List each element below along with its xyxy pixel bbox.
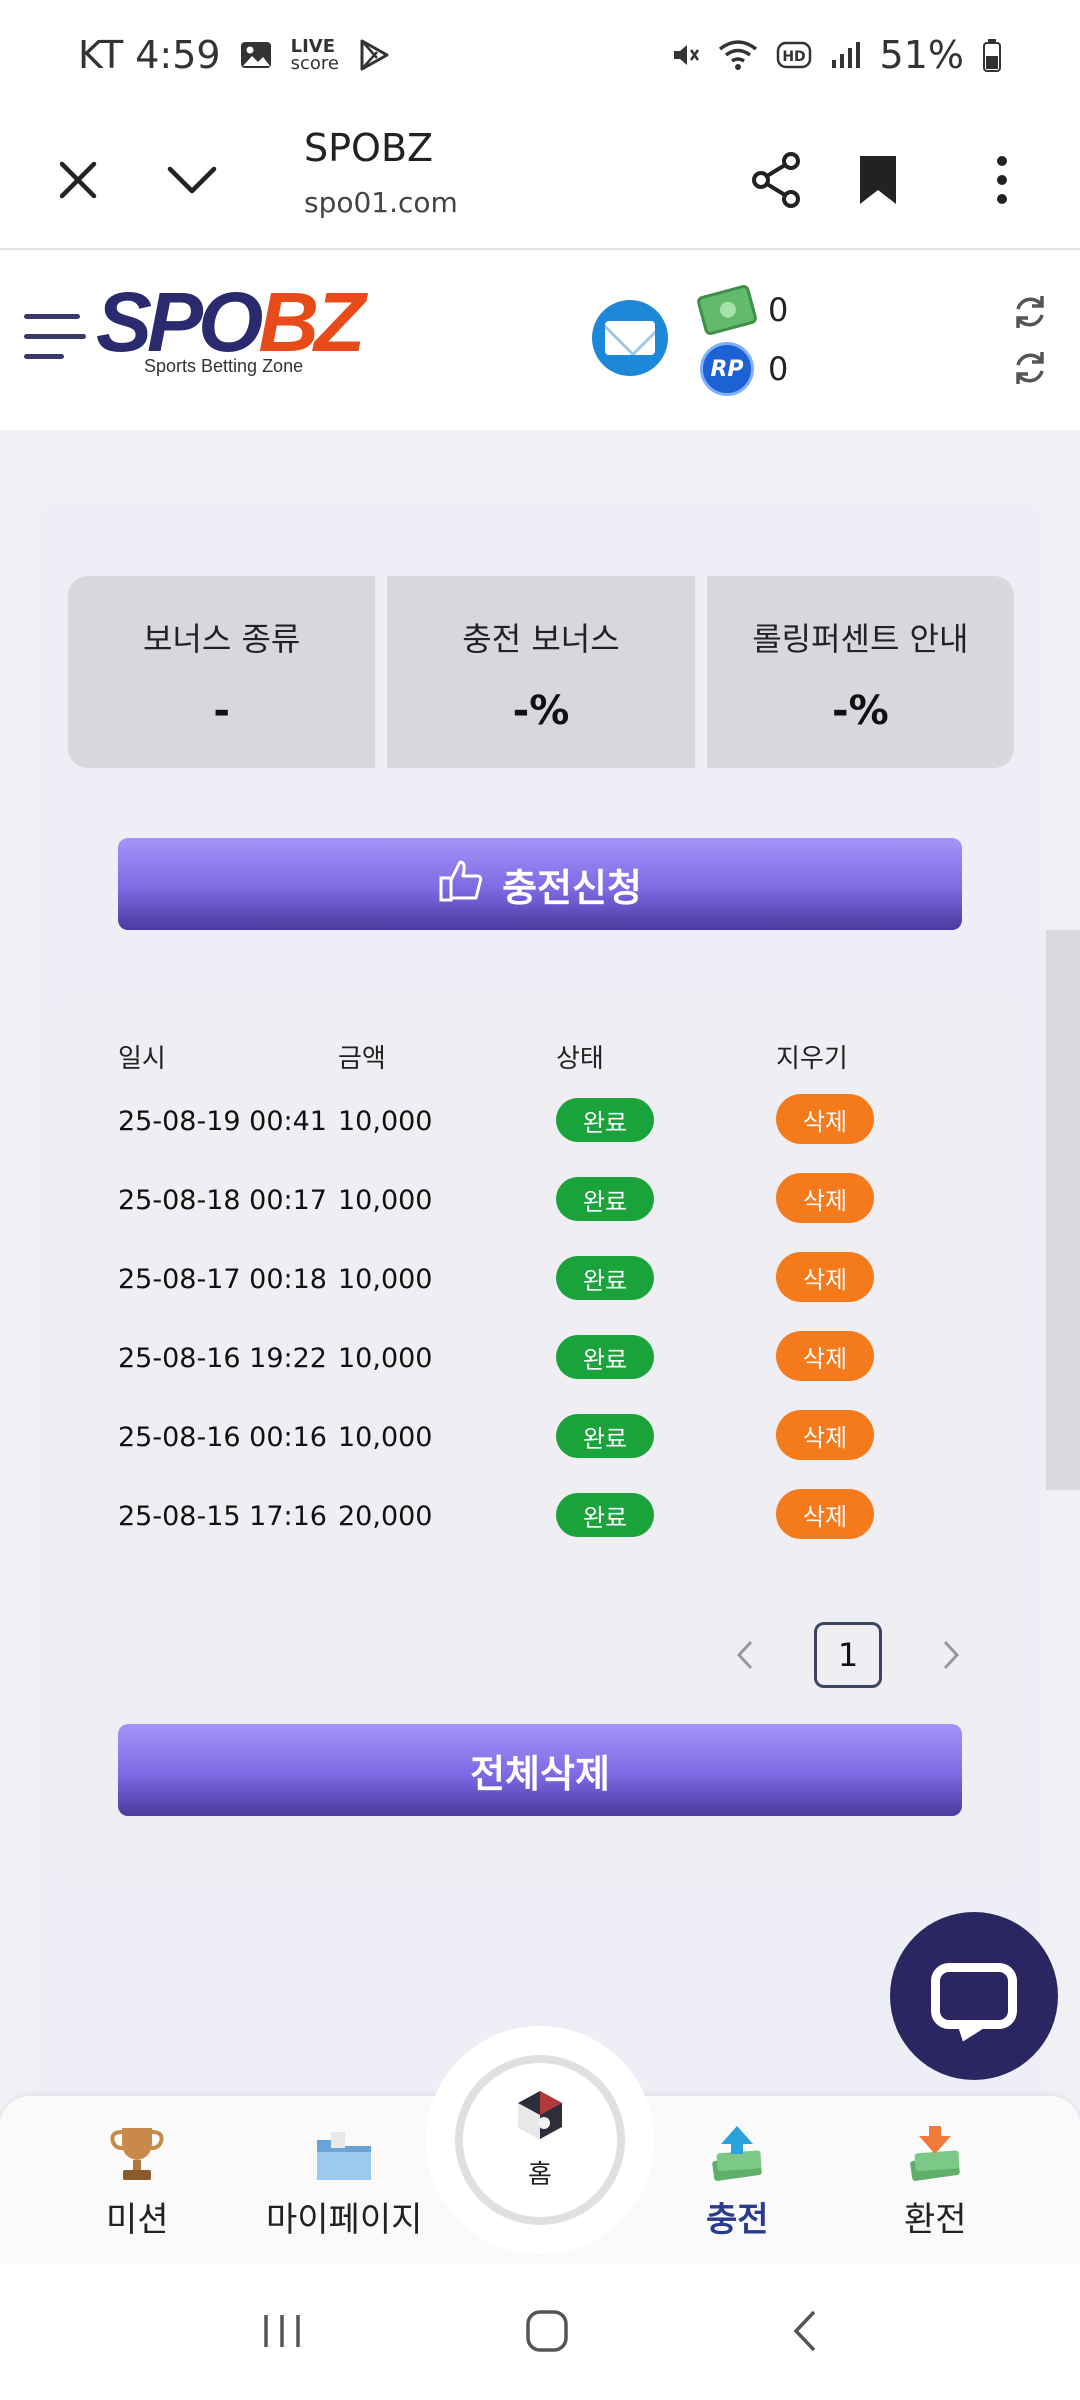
status-badge: 완료 (556, 1177, 654, 1221)
status-badge: 완료 (556, 1414, 654, 1458)
cash-amount: 0 (768, 291, 789, 329)
mail-icon[interactable] (592, 300, 668, 376)
nav-mypage[interactable]: 마이페이지 (266, 2120, 422, 2241)
page-url[interactable]: spo01.com (304, 186, 458, 219)
prev-page-icon[interactable] (720, 1630, 770, 1680)
table-row: 25-08-17 00:18 10,000 완료 삭제 (118, 1252, 978, 1306)
delete-button[interactable]: 삭제 (776, 1173, 874, 1223)
share-icon[interactable] (736, 140, 816, 220)
delete-button[interactable]: 삭제 (776, 1252, 874, 1302)
status-badge: 완료 (556, 1493, 654, 1537)
recent-apps-icon[interactable] (260, 2311, 304, 2355)
livescore-app-icon: LIVE score (290, 36, 339, 74)
table-row: 25-08-16 00:16 10,000 완료 삭제 (118, 1410, 978, 1464)
delete-button[interactable]: 삭제 (776, 1489, 874, 1539)
rp-icon: RP (700, 342, 754, 396)
mute-icon (670, 40, 700, 70)
cash-icon (695, 283, 759, 337)
exchange-money-icon (905, 2120, 965, 2184)
wifi-icon (718, 39, 758, 71)
battery-icon (982, 38, 1002, 72)
delete-button[interactable]: 삭제 (776, 1410, 874, 1460)
trophy-icon (108, 2120, 166, 2184)
menu-icon[interactable] (24, 312, 86, 364)
browser-toolbar: SPOBZ spo01.com (0, 110, 1080, 250)
gallery-icon (239, 40, 273, 70)
delete-button[interactable]: 삭제 (776, 1094, 874, 1144)
folder-icon (313, 2120, 375, 2184)
status-badge: 완료 (556, 1335, 654, 1379)
signal-icon (830, 40, 862, 70)
status-badge: 완료 (556, 1098, 654, 1142)
refresh-rp-icon[interactable] (1010, 348, 1050, 388)
charge-money-icon (707, 2120, 767, 2184)
status-badge: 완료 (556, 1256, 654, 1300)
rolling-percent-cell: 롤링퍼센트 안내 -% (706, 576, 1014, 768)
table-row: 25-08-19 00:41 10,000 완료 삭제 (118, 1094, 978, 1148)
svg-text:HD: HD (782, 49, 805, 65)
apply-charge-button[interactable]: 충전신청 (118, 838, 962, 930)
hd-icon: HD (776, 41, 812, 69)
status-bar: KT 4:59 LIVE score HD 51% (0, 0, 1080, 110)
charge-bonus-cell: 충전 보너스 -% (387, 576, 695, 768)
bonus-type-cell: 보너스 종류 - (68, 576, 376, 768)
page-title: SPOBZ (304, 126, 434, 170)
table-row: 25-08-15 17:16 20,000 완료 삭제 (118, 1489, 978, 1543)
nav-charge[interactable]: 충전 (706, 2120, 769, 2241)
delete-button[interactable]: 삭제 (776, 1331, 874, 1381)
more-menu-icon[interactable] (962, 140, 1042, 220)
pagination: 1 (720, 1620, 976, 1690)
close-icon[interactable] (38, 140, 118, 220)
cash-balance: 0 (695, 283, 789, 337)
chevron-down-icon[interactable] (152, 140, 232, 220)
system-nav-bar (0, 2266, 1080, 2400)
table-row: 25-08-16 19:22 10,000 완료 삭제 (118, 1331, 978, 1385)
nav-exchange[interactable]: 환전 (904, 2120, 967, 2241)
bookmark-icon[interactable] (838, 140, 918, 220)
delete-all-button[interactable]: 전체삭제 (118, 1724, 962, 1816)
thumbs-up-icon (438, 858, 484, 911)
nav-home[interactable]: 홈 (426, 2026, 654, 2254)
back-icon[interactable] (790, 2308, 820, 2358)
rp-amount: 0 (768, 350, 789, 388)
home-logo-icon (514, 2089, 566, 2148)
carrier-time: KT 4:59 (78, 33, 221, 77)
play-store-icon (357, 38, 391, 72)
site-logo[interactable]: SPOBZ Sports Betting Zone (96, 280, 365, 377)
battery-percent: 51% (879, 33, 964, 77)
bonus-info-row: 보너스 종류 - 충전 보너스 -% 롤링퍼센트 안내 -% (68, 576, 1014, 768)
site-header: SPOBZ Sports Betting Zone 0 RP 0 (0, 252, 1080, 430)
next-page-icon[interactable] (926, 1630, 976, 1680)
chat-icon[interactable] (890, 1912, 1058, 2080)
background-decoration (1046, 930, 1080, 1490)
nav-mission[interactable]: 미션 (106, 2120, 169, 2241)
page-number-current[interactable]: 1 (814, 1622, 882, 1688)
refresh-cash-icon[interactable] (1010, 292, 1050, 332)
table-row: 25-08-18 00:17 10,000 완료 삭제 (118, 1173, 978, 1227)
rp-balance: RP 0 (700, 342, 788, 396)
home-system-icon[interactable] (524, 2308, 570, 2358)
